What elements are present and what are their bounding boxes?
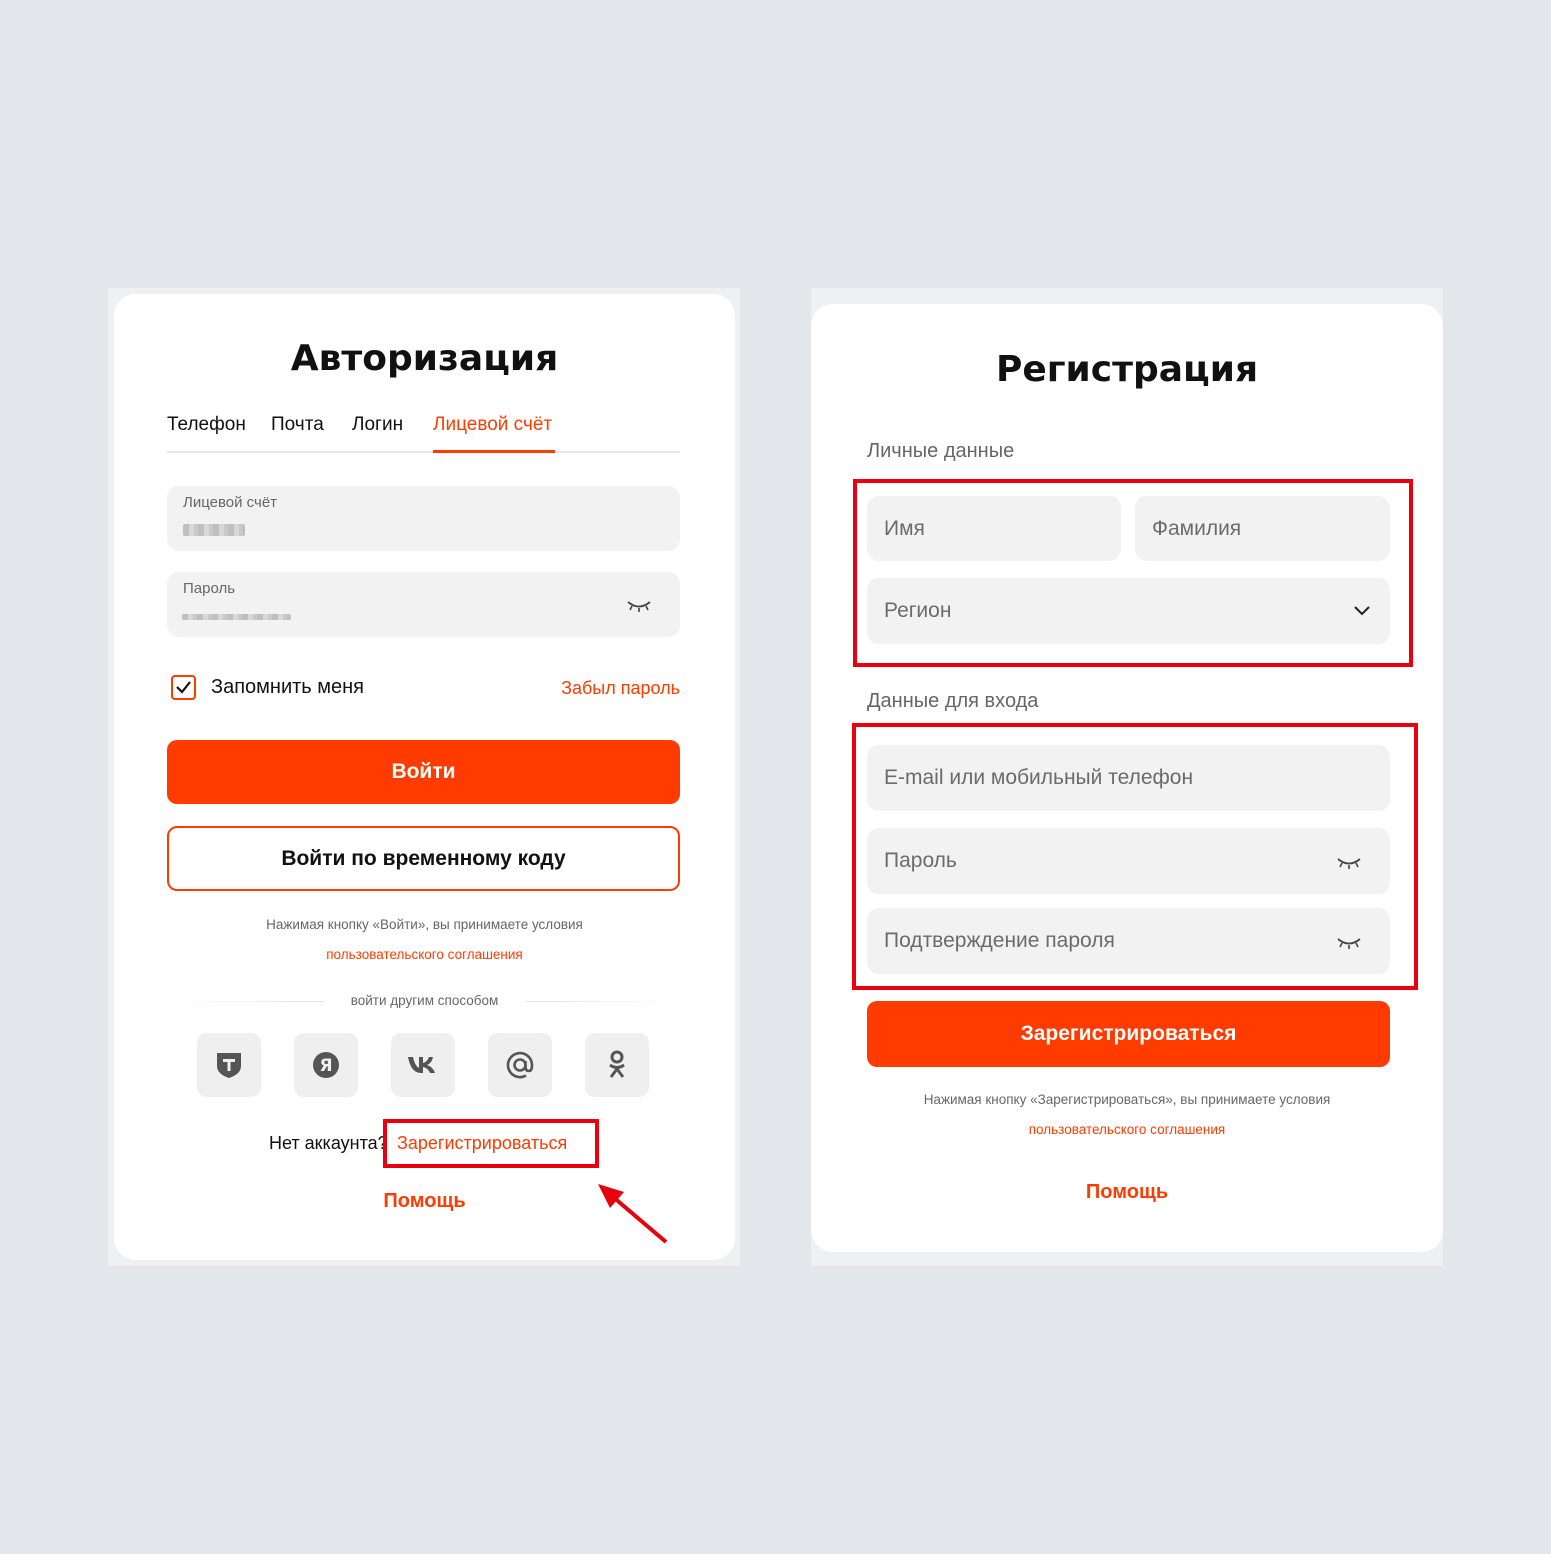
t-bank-icon[interactable] (197, 1033, 261, 1097)
tab-login[interactable]: Логин (352, 414, 403, 436)
remember-checkbox[interactable] (171, 675, 196, 700)
help-link[interactable]: Помощь (811, 1181, 1443, 1204)
personal-account-label: Лицевой счёт (183, 494, 278, 511)
personal-data-label: Личные данные (867, 440, 1015, 462)
login-button[interactable]: Войти (167, 740, 680, 804)
eye-closed-icon[interactable] (626, 599, 652, 613)
login-card: Авторизация Телефон Почта Логин Лицевой … (114, 294, 735, 1260)
personal-data-highlight (853, 479, 1413, 667)
password-field[interactable]: Пароль (167, 572, 680, 637)
no-account-text: Нет аккаунта? (269, 1133, 388, 1153)
terms-text: Нажимая кнопку «Войти», вы принимаете ус… (266, 917, 583, 932)
page-title: Регистрация (995, 349, 1259, 390)
mail-at-icon[interactable] (488, 1033, 552, 1097)
masked-account-value (183, 524, 245, 536)
active-tab-indicator (433, 450, 555, 453)
page-title: Авторизация (290, 338, 559, 379)
forgot-password-link[interactable]: Забыл пароль (561, 678, 680, 699)
tabs-underline (167, 451, 680, 453)
odnoklassniki-icon[interactable] (585, 1033, 649, 1097)
checkmark-icon (176, 681, 191, 694)
temp-code-button[interactable]: Войти по временному коду (167, 826, 680, 891)
terms-text: Нажимая кнопку «Зарегистрироваться», вы … (923, 1092, 1331, 1107)
personal-account-field[interactable]: Лицевой счёт (167, 486, 680, 551)
register-button[interactable]: Зарегистрироваться (867, 1001, 1390, 1067)
login-data-highlight (852, 723, 1418, 990)
remember-label[interactable]: Запомнить меня (211, 676, 364, 699)
terms-link[interactable]: пользовательского соглашения (811, 1122, 1443, 1137)
login-data-label: Данные для входа (867, 690, 1039, 712)
tab-personal-account[interactable]: Лицевой счёт (433, 414, 552, 436)
vk-icon[interactable] (391, 1033, 455, 1097)
yandex-icon[interactable]: Я (294, 1033, 358, 1097)
svg-text:Я: Я (319, 1056, 332, 1076)
arrow-pointer-icon (598, 1184, 668, 1244)
terms-link[interactable]: пользовательского соглашения (114, 947, 735, 962)
password-label: Пароль (183, 580, 236, 597)
register-link-highlight (383, 1119, 599, 1168)
tab-email[interactable]: Почта (271, 414, 324, 436)
masked-password-value (182, 614, 291, 620)
tab-phone[interactable]: Телефон (167, 414, 246, 436)
divider-right (526, 1001, 676, 1002)
